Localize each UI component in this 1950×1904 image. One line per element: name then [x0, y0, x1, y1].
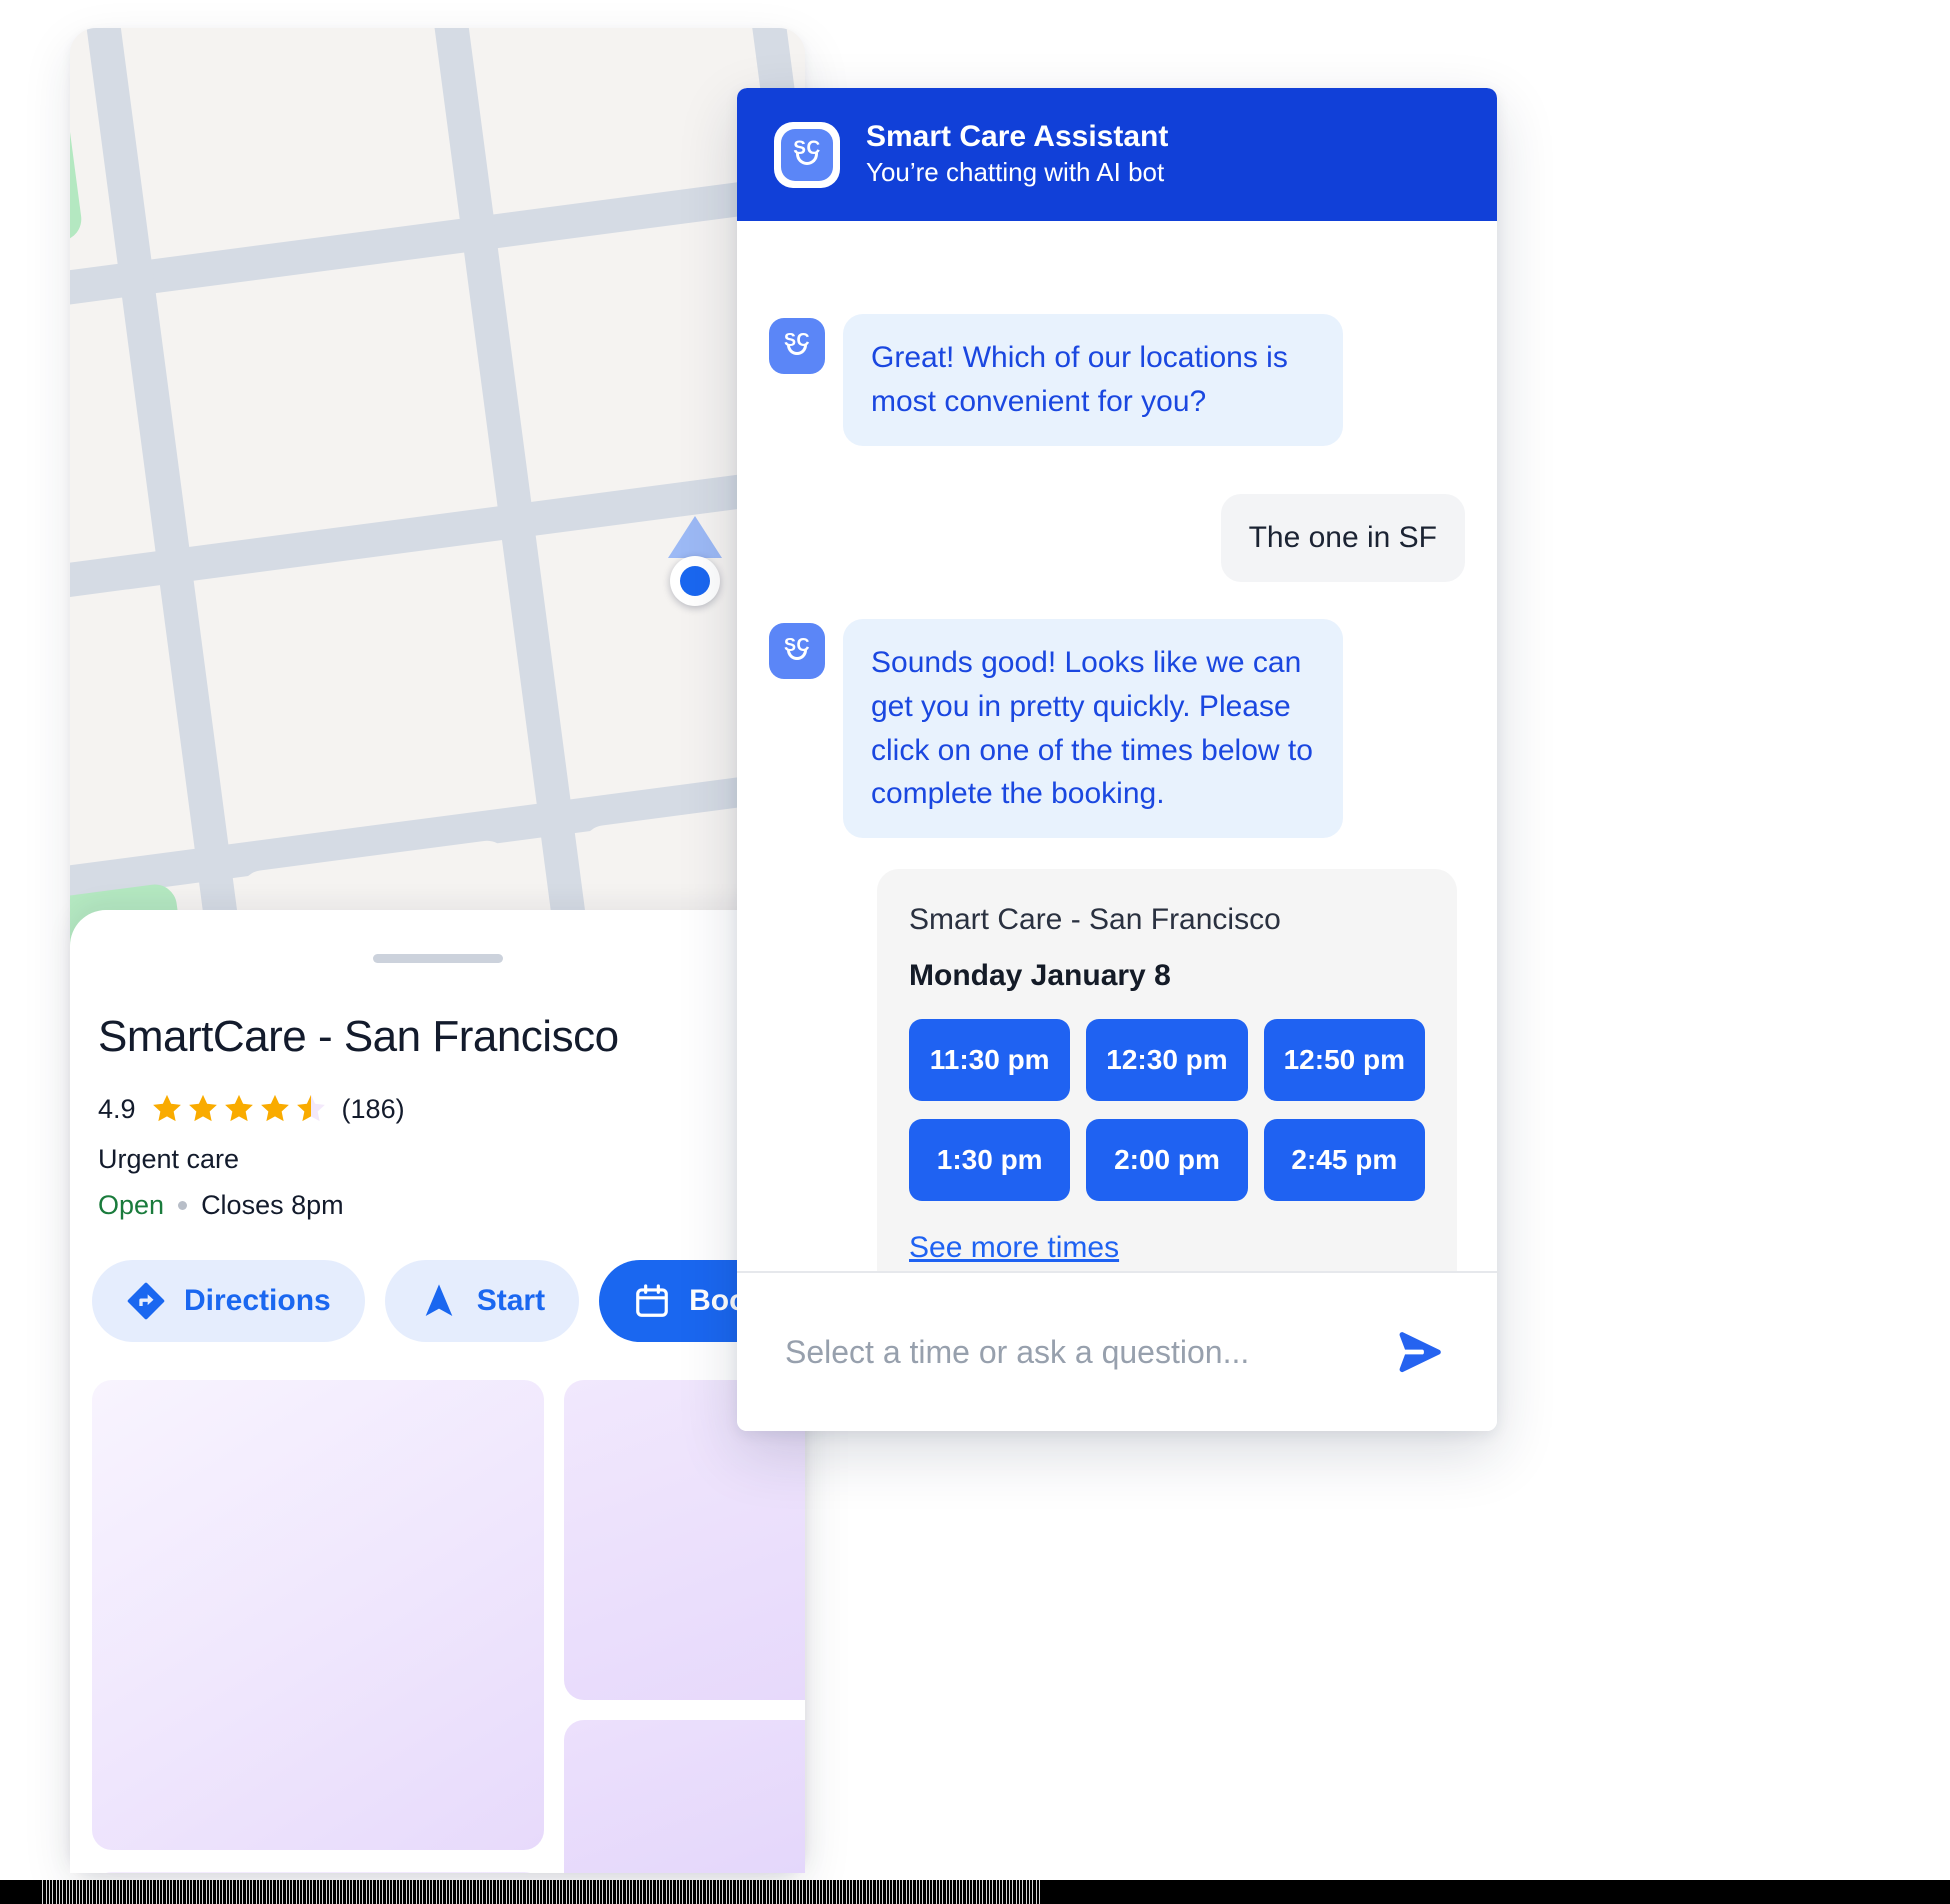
message-bubble: The one in SF — [1220, 494, 1465, 582]
chat-header-texts: Smart Care Assistant You’re chatting wit… — [866, 120, 1168, 188]
city-block — [118, 28, 422, 229]
assistant-avatar: SC — [774, 121, 840, 188]
place-action-row: Directions Start Book — [92, 1260, 799, 1342]
message-bubble: Sounds good! Looks like we can get you i… — [843, 619, 1343, 839]
city-block — [503, 216, 771, 467]
time-slot-grid: 11:30 pm 12:30 pm 12:50 pm 1:30 pm 2:00 … — [909, 1019, 1425, 1201]
city-block — [161, 258, 459, 512]
navigation-arrow-icon — [425, 1284, 453, 1316]
start-navigation-button[interactable]: Start — [384, 1260, 580, 1342]
star-icon — [152, 1094, 181, 1122]
place-photo[interactable] — [92, 1872, 544, 1873]
time-slot-button[interactable]: 11:30 pm — [909, 1019, 1071, 1101]
hours-row: Open Closes 8pm — [98, 1190, 344, 1221]
star-rating — [150, 1092, 328, 1126]
bot-avatar: SC — [769, 623, 825, 679]
bot-avatar: SC — [769, 318, 825, 374]
chat-composer — [737, 1271, 1497, 1431]
send-button[interactable] — [1385, 1316, 1457, 1388]
current-location-dot[interactable] — [670, 556, 720, 606]
city-block — [70, 303, 117, 565]
separator-dot — [178, 1201, 188, 1210]
smartcare-logo-icon: SC — [788, 139, 826, 170]
see-more-times-link[interactable]: See more times — [909, 1231, 1119, 1265]
strip-noise-texture — [40, 1880, 1040, 1904]
sheet-drag-handle[interactable] — [372, 954, 503, 963]
smartcare-logo-icon: SC — [780, 636, 814, 665]
chat-title: Smart Care Assistant — [866, 120, 1169, 154]
smile-arc-icon — [796, 152, 818, 165]
chat-message-list[interactable]: SC Great! Which of our locations is most… — [737, 221, 1497, 1271]
city-block — [199, 545, 498, 809]
star-half-icon — [296, 1094, 325, 1122]
place-info-sheet[interactable]: SmartCare - San Francisco 4.9 (186) Urge… — [70, 910, 805, 1873]
smile-arc-icon — [787, 649, 807, 660]
star-icon — [188, 1094, 217, 1122]
appointment-card: Smart Care - San Francisco Monday Januar… — [877, 869, 1457, 1271]
directions-icon — [127, 1282, 165, 1320]
smartcare-logo-icon: SC — [780, 331, 814, 360]
message-bubble: Great! Which of our locations is most co… — [843, 314, 1343, 446]
time-slot-button[interactable]: 12:50 pm — [1263, 1019, 1425, 1101]
place-photo[interactable] — [564, 1720, 805, 1873]
chat-message-bot: SC Great! Which of our locations is most… — [769, 314, 1343, 446]
place-category: Urgent care — [98, 1144, 240, 1174]
chat-input[interactable] — [785, 1333, 1385, 1371]
start-button-label: Start — [476, 1284, 546, 1317]
time-slot-button[interactable]: 1:30 pm — [909, 1119, 1071, 1201]
location-dot-core — [680, 566, 710, 596]
time-slot-button[interactable]: 2:00 pm — [1086, 1119, 1248, 1201]
chat-header: SC Smart Care Assistant You’re chatting … — [737, 88, 1497, 221]
calendar-icon — [636, 1284, 668, 1317]
star-icon — [224, 1094, 253, 1122]
appointment-date: Monday January 8 — [909, 959, 1171, 992]
rating-value: 4.9 — [98, 1093, 136, 1124]
bottom-strip — [0, 1880, 1950, 1904]
star-icon — [260, 1094, 289, 1122]
chat-subtitle: You’re chatting with AI bot — [866, 157, 1165, 188]
send-icon — [1399, 1332, 1441, 1373]
status-badge: Open — [98, 1190, 165, 1220]
page-title: SmartCare - San Francisco — [98, 1012, 619, 1061]
assistant-avatar-inner: SC — [781, 128, 833, 181]
directions-button[interactable]: Directions — [92, 1260, 365, 1342]
rating-row: 4.9 (186) — [98, 1092, 405, 1126]
park-block — [70, 28, 84, 284]
chat-message-bot: SC Sounds good! Looks like we can get yo… — [769, 619, 1343, 839]
chat-message-user: The one in SF — [1220, 494, 1465, 582]
directions-button-label: Directions — [184, 1284, 331, 1317]
chat-widget: SC Smart Care Assistant You’re chatting … — [737, 88, 1497, 1431]
place-photo[interactable] — [92, 1380, 544, 1850]
city-block — [460, 28, 734, 184]
screenshot-root: SmartCare - San Francisco 4.9 (186) Urge… — [0, 0, 1950, 1904]
appointment-location: Smart Care - San Francisco — [909, 903, 1281, 936]
time-slot-button[interactable]: 2:45 pm — [1263, 1119, 1425, 1201]
time-slot-button[interactable]: 12:30 pm — [1086, 1019, 1248, 1101]
closing-time: Closes 8pm — [201, 1190, 344, 1220]
city-block — [70, 590, 156, 863]
review-count: (186) — [341, 1093, 405, 1124]
smile-arc-icon — [787, 344, 807, 355]
